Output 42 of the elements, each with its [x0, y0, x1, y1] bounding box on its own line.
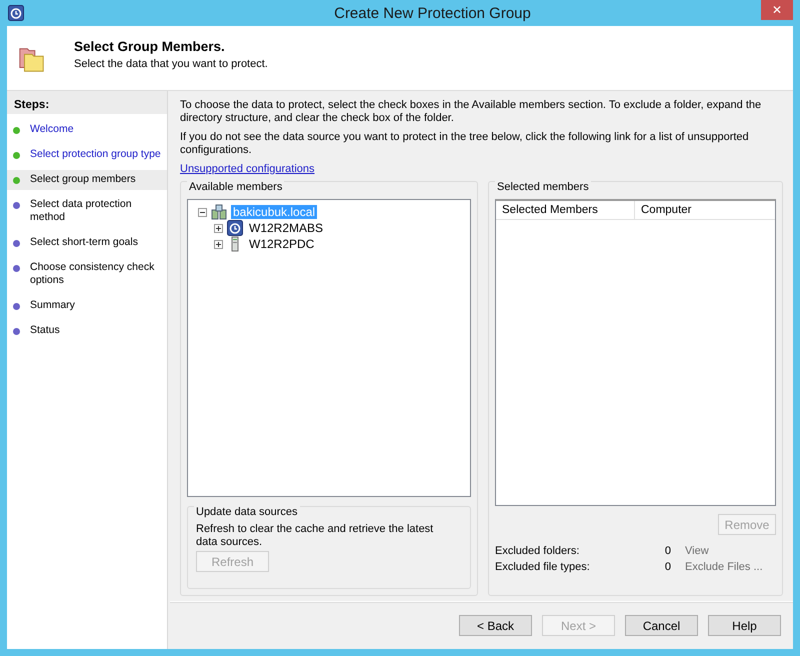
step-link[interactable]: Select protection group type	[30, 148, 167, 161]
instruction-text: To choose the data to protect, select the check boxes in the Available members section. To exclude a folder, expand the directory structure, and clear the check box of the folder.	[180, 99, 762, 125]
group-title: Update data sources	[194, 506, 300, 518]
expand-icon[interactable]	[214, 240, 223, 248]
window-title: Create New Protection Group	[333, 4, 532, 22]
step-label: Select short-term goals	[30, 236, 139, 249]
tree-item[interactable]: W12R2PDC	[247, 237, 316, 251]
dialog-button[interactable]: Cancel	[625, 615, 698, 636]
current-step[interactable]: Select group members	[7, 170, 167, 190]
summary-label: Excluded file types:	[495, 561, 591, 575]
close-button[interactable]: ✕	[761, 0, 793, 20]
step-label: Status	[30, 324, 61, 337]
step-link[interactable]: Welcome	[30, 123, 167, 136]
expand-icon[interactable]	[214, 224, 223, 232]
instruction-text: If you do not see the data source you want to protect in the tree below, click the following link for a list of unsupported configurations.	[180, 131, 750, 157]
dialog-button[interactable]: Help	[708, 615, 781, 636]
summary-action[interactable]: Exclude Files ...	[685, 561, 763, 577]
update-description: Refresh to clear the cache and retrieve the latest data sources.	[196, 523, 434, 549]
dialog-button[interactable]: < Back	[459, 615, 532, 636]
page-subtitle: Select the data that you want to protect.	[74, 58, 268, 70]
step-label: Choose consistency check options	[30, 261, 156, 287]
column-header[interactable]: Computer	[635, 201, 773, 219]
clock-icon	[8, 5, 24, 21]
step-label: Select data protection method	[30, 198, 133, 224]
summary-action[interactable]: View	[685, 545, 709, 561]
group-title: Selected members	[495, 181, 591, 193]
step-label: Summary	[30, 299, 76, 312]
summary-label: Excluded folders:	[495, 545, 580, 559]
page-title: Select Group Members.	[74, 39, 226, 54]
tree-view[interactable]: bakicubuk.local W12R2MABS W12R2PDC	[187, 199, 471, 497]
summary-count: 0	[664, 545, 671, 559]
column-header[interactable]: Selected Members	[496, 201, 635, 219]
clock-icon	[227, 220, 243, 236]
summary-count: 0	[664, 561, 671, 575]
network-icon	[211, 204, 227, 220]
group-title: Available members	[187, 181, 284, 193]
collapse-icon[interactable]	[198, 208, 207, 216]
selected-members-list[interactable]: Selected Members Computer	[495, 199, 776, 506]
unsupported-configurations-link[interactable]: Unsupported configurations	[180, 163, 315, 175]
step-label: Select group members	[30, 173, 137, 186]
tree-item[interactable]: W12R2MABS	[247, 221, 326, 235]
steps-heading: Steps:	[7, 91, 167, 114]
